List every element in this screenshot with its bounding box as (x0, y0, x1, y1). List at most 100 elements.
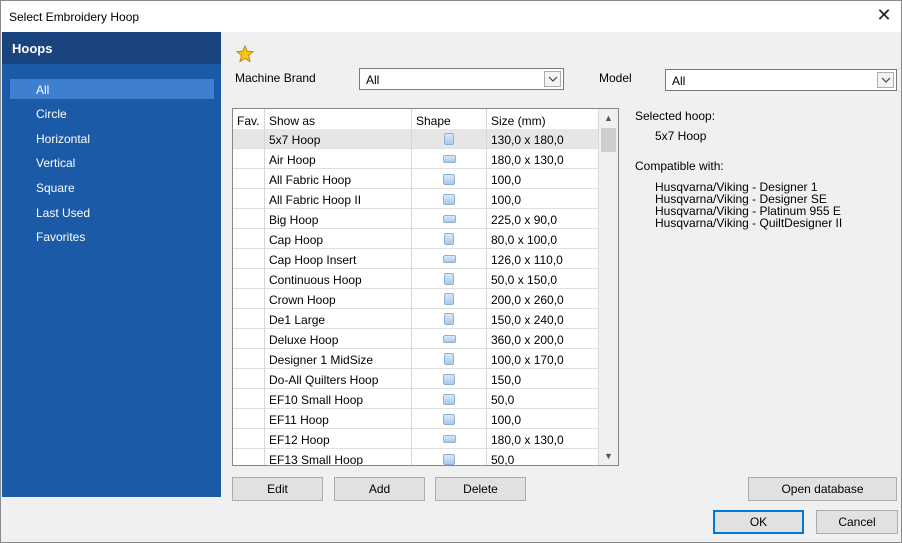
open-database-button[interactable]: Open database (748, 477, 897, 501)
table-row[interactable]: All Fabric Hoop 100,0 (233, 169, 599, 189)
chevron-down-icon[interactable] (877, 72, 894, 88)
hoop-shape-icon (443, 173, 455, 185)
shape-cell (412, 229, 487, 249)
edit-button[interactable]: Edit (232, 477, 323, 501)
shape-cell (412, 169, 487, 189)
shape-cell (412, 329, 487, 349)
table-row[interactable]: EF12 Hoop 180,0 x 130,0 (233, 429, 599, 449)
scroll-up-icon[interactable]: ▲ (599, 109, 618, 127)
hoop-name-cell: Do-All Quilters Hoop (265, 369, 412, 389)
hoop-table: Fav. Show as Shape Size (mm) 5x7 Hoop 130… (232, 108, 619, 466)
vertical-scrollbar[interactable]: ▲ ▼ (599, 109, 618, 465)
close-icon[interactable]: ✕ (871, 4, 897, 28)
hoop-shape-icon (443, 373, 455, 385)
size-cell: 50,0 (487, 389, 599, 409)
compatible-machine: Husqvarna/Viking - QuiltDesigner II (655, 216, 843, 230)
sidebar-item-all[interactable]: All (10, 79, 214, 99)
sidebar-item-last-used[interactable]: Last Used (10, 202, 214, 222)
table-row[interactable]: Cap Hoop 80,0 x 100,0 (233, 229, 599, 249)
table-row[interactable]: 5x7 Hoop 130,0 x 180,0 (233, 129, 599, 149)
fav-cell[interactable] (233, 389, 265, 409)
hoop-name-cell: Cap Hoop (265, 229, 412, 249)
hoop-shape-icon (444, 273, 454, 285)
table-row[interactable]: EF11 Hoop 100,0 (233, 409, 599, 429)
shape-cell (412, 449, 487, 465)
table-row[interactable]: De1 Large 150,0 x 240,0 (233, 309, 599, 329)
fav-cell[interactable] (233, 249, 265, 269)
sidebar-item-horizontal[interactable]: Horizontal (10, 128, 214, 148)
table-row[interactable]: Deluxe Hoop 360,0 x 200,0 (233, 329, 599, 349)
column-header-fav[interactable]: Fav. (233, 109, 265, 129)
ok-button[interactable]: OK (713, 510, 804, 534)
table-row[interactable]: Big Hoop 225,0 x 90,0 (233, 209, 599, 229)
size-cell: 100,0 (487, 409, 599, 429)
fav-cell[interactable] (233, 169, 265, 189)
fav-cell[interactable] (233, 409, 265, 429)
hoop-shape-icon (443, 413, 455, 425)
hoop-name-cell: EF13 Small Hoop (265, 449, 412, 465)
table-row[interactable]: Air Hoop 180,0 x 130,0 (233, 149, 599, 169)
shape-cell (412, 289, 487, 309)
column-header-size[interactable]: Size (mm) (487, 109, 599, 129)
hoop-name-cell: Designer 1 MidSize (265, 349, 412, 369)
sidebar-item-square[interactable]: Square (10, 177, 214, 197)
sidebar-item-label: Horizontal (36, 132, 91, 146)
scroll-thumb[interactable] (601, 128, 616, 152)
hoop-name-cell: Air Hoop (265, 149, 412, 169)
chevron-down-icon[interactable] (544, 71, 561, 87)
hoop-shape-icon (443, 193, 455, 205)
hoop-shape-icon (442, 215, 456, 223)
star-icon[interactable] (236, 45, 254, 63)
table-row[interactable]: All Fabric Hoop II 100,0 (233, 189, 599, 209)
table-row[interactable]: Do-All Quilters Hoop 150,0 (233, 369, 599, 389)
fav-cell[interactable] (233, 289, 265, 309)
table-row[interactable]: Designer 1 MidSize 100,0 x 170,0 (233, 349, 599, 369)
hoop-name-cell: All Fabric Hoop II (265, 189, 412, 209)
sidebar-item-label: Last Used (36, 206, 91, 220)
column-header-shape[interactable]: Shape (412, 109, 487, 129)
table-row[interactable]: Crown Hoop 200,0 x 260,0 (233, 289, 599, 309)
size-cell: 50,0 x 150,0 (487, 269, 599, 289)
fav-cell[interactable] (233, 209, 265, 229)
sidebar: Hoops All Circle Horizontal Vertical Squ… (2, 32, 221, 497)
fav-cell[interactable] (233, 329, 265, 349)
shape-cell (412, 149, 487, 169)
fav-cell[interactable] (233, 309, 265, 329)
hoop-shape-icon (442, 335, 456, 343)
fav-cell[interactable] (233, 229, 265, 249)
fav-cell[interactable] (233, 269, 265, 289)
size-cell: 126,0 x 110,0 (487, 249, 599, 269)
fav-cell[interactable] (233, 449, 265, 465)
table-row[interactable]: Continuous Hoop 50,0 x 150,0 (233, 269, 599, 289)
hoop-name-cell: Cap Hoop Insert (265, 249, 412, 269)
size-cell: 360,0 x 200,0 (487, 329, 599, 349)
fav-cell[interactable] (233, 129, 265, 149)
model-dropdown[interactable]: All (665, 69, 897, 91)
size-cell: 100,0 (487, 169, 599, 189)
add-button[interactable]: Add (334, 477, 425, 501)
hoop-shape-icon (442, 255, 456, 263)
size-cell: 130,0 x 180,0 (487, 129, 599, 149)
fav-cell[interactable] (233, 189, 265, 209)
fav-cell[interactable] (233, 349, 265, 369)
machine-brand-dropdown[interactable]: All (359, 68, 564, 90)
column-header-show-as[interactable]: Show as (265, 109, 412, 129)
hoop-shape-icon (444, 313, 454, 325)
fav-cell[interactable] (233, 429, 265, 449)
cancel-button[interactable]: Cancel (816, 510, 898, 534)
sidebar-item-label: Vertical (36, 156, 76, 170)
size-cell: 100,0 (487, 189, 599, 209)
sidebar-item-favorites[interactable]: Favorites (10, 226, 214, 246)
delete-button[interactable]: Delete (435, 477, 526, 501)
fav-cell[interactable] (233, 369, 265, 389)
fav-cell[interactable] (233, 149, 265, 169)
selected-hoop-value: 5x7 Hoop (655, 129, 707, 143)
table-row[interactable]: EF10 Small Hoop 50,0 (233, 389, 599, 409)
table-row[interactable]: EF13 Small Hoop 50,0 (233, 449, 599, 465)
sidebar-item-vertical[interactable]: Vertical (10, 152, 214, 172)
shape-cell (412, 349, 487, 369)
scroll-down-icon[interactable]: ▼ (599, 447, 618, 465)
table-row[interactable]: Cap Hoop Insert 126,0 x 110,0 (233, 249, 599, 269)
sidebar-item-circle[interactable]: Circle (10, 103, 214, 123)
shape-cell (412, 249, 487, 269)
